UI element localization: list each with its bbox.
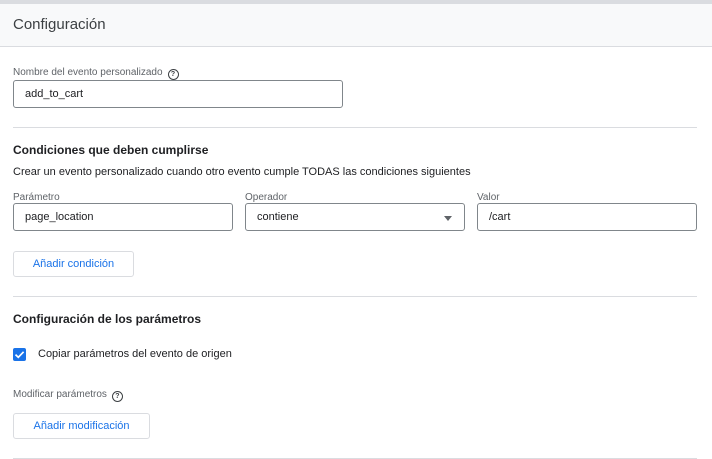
event-name-label: Nombre del evento personalizado [13,67,163,78]
page-title: Configuración [13,16,106,33]
help-icon[interactable] [111,391,123,402]
operator-label: Operador [245,192,288,203]
operator-select[interactable]: contiene [245,203,465,231]
check-icon [14,351,25,359]
event-name-label-row: Nombre del evento personalizado [13,67,179,80]
modify-params-label-row: Modificar parámetros [13,389,123,402]
help-icon[interactable] [167,69,179,80]
parameter-input[interactable]: page_location [13,203,233,231]
operator-value: contiene [257,211,299,223]
event-name-input[interactable]: add_to_cart [13,80,343,108]
caret-down-icon [444,216,452,221]
conditions-title: Condiciones que deben cumplirse [13,143,209,157]
params-title: Configuración de los parámetros [13,312,202,326]
value-label: Valor [477,192,500,203]
add-condition-button[interactable]: Añadir condición [13,251,134,277]
parameter-value: page_location [25,211,94,223]
parameter-label: Parámetro [13,192,60,203]
modify-params-label: Modificar parámetros [13,389,107,400]
event-name-value: add_to_cart [25,88,84,100]
copy-params-checkbox[interactable] [13,348,26,361]
add-modification-button[interactable]: Añadir modificación [13,413,150,439]
conditions-description: Crear un evento personalizado cuando otr… [13,166,471,178]
header-bar: Configuración [0,4,712,47]
divider [13,127,697,128]
divider [13,296,697,297]
copy-params-label: Copiar parámetros del evento de origen [38,348,232,360]
value-value: /cart [489,211,511,223]
value-input[interactable]: /cart [477,203,697,231]
